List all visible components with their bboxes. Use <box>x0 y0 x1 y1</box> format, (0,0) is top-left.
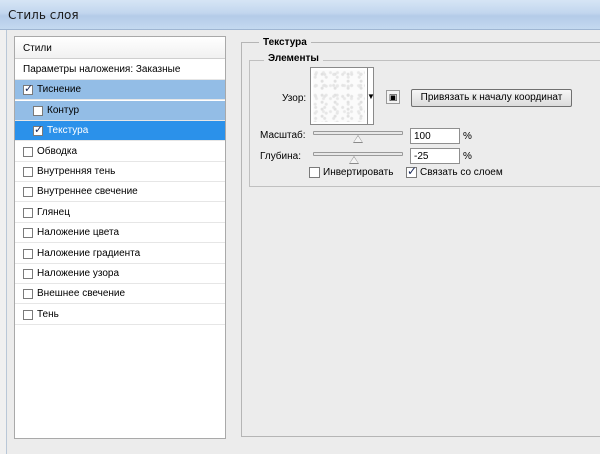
pattern-preview <box>313 70 365 122</box>
checkmark-icon: ✓ <box>407 164 418 178</box>
checkmark-icon: ✓ <box>24 82 34 96</box>
title-bar: Стиль слоя <box>0 0 600 30</box>
style-item[interactable]: Тень <box>15 305 225 325</box>
new-preset-icon[interactable]: ▣ <box>386 90 400 104</box>
style-item-label: Наложение цвета <box>37 227 120 239</box>
invert-checkbox[interactable] <box>309 167 320 178</box>
style-item-label: Параметры наложения: Заказные <box>23 64 181 75</box>
style-item-checkbox[interactable] <box>23 167 33 177</box>
style-item[interactable]: Наложение цвета <box>15 223 225 244</box>
styles-list: Стили Параметры наложения: Заказные ✓ Тисн… <box>14 36 226 439</box>
depth-label: Глубина: <box>260 151 301 162</box>
pattern-label: Узор: <box>282 93 307 104</box>
style-item-label: Наложение градиента <box>37 247 141 259</box>
depth-slider[interactable] <box>313 152 403 164</box>
style-item-checkbox[interactable] <box>23 248 33 259</box>
style-item[interactable]: ✓ Тиснение <box>15 80 225 101</box>
style-item-checkbox[interactable] <box>33 105 43 116</box>
style-item[interactable]: ✓ Текстура <box>15 121 225 142</box>
scale-slider[interactable] <box>313 131 403 143</box>
depth-unit: % <box>463 151 472 162</box>
style-item-label: Глянец <box>37 206 70 218</box>
snap-to-origin-button[interactable]: Привязать к началу координат <box>411 89 572 107</box>
style-item-checkbox[interactable] <box>23 289 33 300</box>
pattern-picker[interactable] <box>310 67 374 125</box>
style-item-checkbox[interactable] <box>23 207 33 218</box>
style-item[interactable]: Параметры наложения: Заказные <box>15 60 225 80</box>
style-item-checkbox[interactable] <box>23 269 33 279</box>
style-item-label: Внешнее свечение <box>37 288 126 300</box>
style-item[interactable]: Внешнее свечение <box>15 284 225 305</box>
style-item-label: Контур <box>47 104 80 116</box>
link-with-layer-checkbox[interactable]: ✓ <box>406 164 418 178</box>
scale-unit: % <box>463 131 472 142</box>
style-item-label: Наложение узора <box>37 268 120 279</box>
style-item-checkbox[interactable] <box>23 146 33 157</box>
style-item[interactable]: Внутренняя тень <box>15 162 225 182</box>
window-title: Стиль слоя <box>8 8 79 22</box>
style-item-checkbox[interactable] <box>23 187 33 198</box>
checkmark-icon: ✓ <box>34 123 44 137</box>
scale-input[interactable]: 100 <box>410 128 460 144</box>
link-with-layer-label: Связать со слоем <box>420 167 503 178</box>
triangle-down-icon[interactable]: ▼ <box>367 92 375 101</box>
texture-group-title: Текстура <box>259 37 311 48</box>
style-item[interactable]: Внутреннее свечение <box>15 182 225 203</box>
style-item-label: Текстура <box>47 125 89 137</box>
style-item[interactable]: Обводка <box>15 142 225 162</box>
style-item-checkbox[interactable] <box>23 228 33 239</box>
scale-label: Масштаб: <box>260 130 306 141</box>
style-item-checkbox[interactable]: ✓ <box>23 82 34 96</box>
style-item-label: Тиснение <box>37 84 82 96</box>
style-item-label: Внутреннее свечение <box>37 186 138 198</box>
elements-group-title: Элементы <box>264 53 323 64</box>
style-item[interactable]: Наложение градиента <box>15 244 225 264</box>
style-item[interactable]: Контур <box>15 100 225 121</box>
styles-header[interactable]: Стили <box>15 37 225 59</box>
style-item-label: Тень <box>37 308 59 320</box>
style-item[interactable]: Глянец <box>15 203 225 223</box>
style-item-label: Внутренняя тень <box>37 166 116 177</box>
invert-label: Инвертировать <box>323 167 394 178</box>
style-item-label: Обводка <box>37 145 78 157</box>
style-item-checkbox[interactable]: ✓ <box>33 123 44 137</box>
styles-header-label: Стили <box>23 43 52 54</box>
scale-slider-thumb[interactable] <box>353 135 364 143</box>
style-item-checkbox[interactable] <box>23 309 33 320</box>
depth-slider-thumb[interactable] <box>348 156 359 164</box>
style-item[interactable]: Наложение узора <box>15 264 225 284</box>
depth-input[interactable]: -25 <box>410 148 460 164</box>
